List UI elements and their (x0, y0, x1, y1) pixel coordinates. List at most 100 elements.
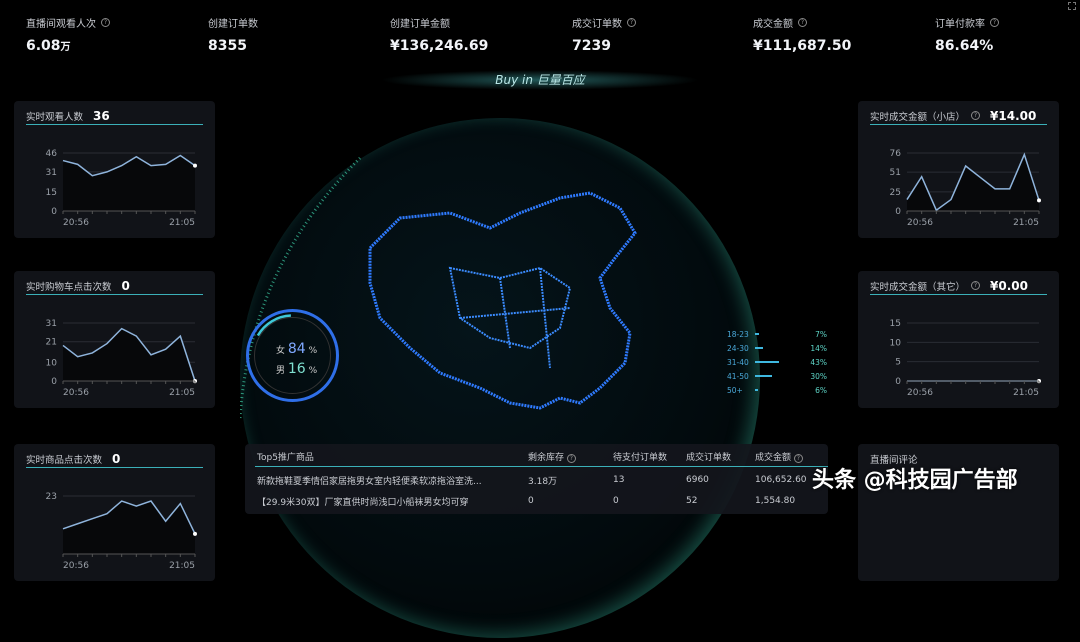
x-tick-label: 20:56 (63, 561, 89, 571)
realtime-chart-card: 实时观看人数 36 0 15 31 46 20:56 21:05 (14, 101, 215, 238)
age-range: 18-23 (727, 329, 749, 339)
kpi-label: 成交金额 (753, 19, 793, 30)
help-icon[interactable]: ? (793, 454, 803, 463)
table-row[interactable]: 新款拖鞋夏季情侣家居拖男女室内轻便柔软凉拖浴室洗... 3.18万 13 6960 10… (245, 470, 828, 490)
column-header: 成交金额 ? (755, 450, 803, 463)
kpi-1: 创建订单数 8355 (208, 15, 258, 54)
top5-products-table: Top5推广商品 剩余库存 ? 待支付订单数 成交订单数 成交金额 ? 新款拖鞋夏季情侣家… (245, 444, 828, 514)
data-point (1037, 198, 1041, 203)
age-row: 24-30 14% (727, 341, 827, 355)
realtime-chart-card: 实时成交金额（小店）? ¥14.00 0 25 51 76 20:56 21:05 (858, 101, 1059, 238)
data-point (193, 531, 197, 536)
area (63, 155, 195, 211)
y-tick-label: 23 (46, 492, 57, 502)
kpi-unit: 万 (60, 42, 71, 53)
kpi-5: 订单付款率? 86.64% (935, 15, 999, 54)
column-header: 剩余库存 ? (528, 450, 576, 463)
kpi-value: 6.08 (26, 38, 61, 54)
y-tick-label: 31 (46, 319, 57, 329)
realtime-chart-card: 实时购物车点击次数 0 0 10 21 31 20:56 21:05 (14, 271, 215, 408)
kpi-value: 7239 (572, 38, 611, 54)
age-distribution: 18-23 7% 24-30 14% 31-40 43% 41-50 30% 50+ 6% (727, 327, 827, 397)
help-icon[interactable]: ? (627, 18, 636, 27)
kpi-label: 直播间观看人次 (26, 19, 96, 30)
kpi-value: ¥136,246.69 (390, 38, 489, 54)
x-tick-label: 21:05 (1013, 388, 1039, 398)
kpi-label: 成交订单数 (572, 19, 622, 30)
y-tick-label: 5 (895, 358, 901, 368)
age-range: 31-40 (727, 357, 749, 367)
table-cell: 6960 (686, 475, 709, 485)
help-icon[interactable]: ? (990, 18, 999, 27)
age-pct: 14% (810, 343, 827, 353)
age-bar (755, 361, 779, 363)
help-icon[interactable]: ? (566, 454, 576, 463)
y-tick-label: 0 (51, 207, 57, 217)
data-point (193, 163, 197, 168)
x-tick-label: 20:56 (907, 388, 933, 398)
age-bar (755, 347, 763, 349)
female-label: 女 (276, 346, 286, 356)
y-tick-label: 0 (895, 207, 901, 217)
age-row: 41-50 30% (727, 369, 827, 383)
y-tick-label: 76 (890, 149, 902, 159)
age-pct: 30% (810, 371, 827, 381)
y-tick-label: 10 (46, 358, 58, 368)
x-tick-label: 21:05 (169, 388, 195, 398)
y-tick-label: 15 (890, 319, 901, 329)
y-tick-label: 0 (51, 377, 57, 387)
age-range: 41-50 (727, 371, 749, 381)
table-cell: 0 (528, 496, 534, 506)
realtime-chart-card: 实时商品点击次数 0 23 20:56 21:05 (14, 444, 215, 581)
age-pct: 7% (815, 329, 827, 339)
table-cell: 新款拖鞋夏季情侣家居拖男女室内轻便柔软凉拖浴室洗... (257, 476, 482, 487)
kpi-2: 创建订单金额 ¥136,246.69 (390, 15, 488, 54)
brand-banner: Buy in 巨量百应 (380, 70, 700, 90)
age-bar (755, 375, 772, 377)
table-cell: 52 (686, 496, 698, 506)
table-cell: 13 (613, 475, 625, 485)
male-label: 男 (276, 366, 286, 376)
y-tick-label: 0 (895, 377, 901, 387)
kpi-label: 订单付款率 (935, 19, 985, 30)
kpi-0: 直播间观看人次? 6.08万 (26, 15, 110, 54)
unit: % (308, 366, 318, 376)
y-tick-label: 10 (890, 338, 902, 348)
table-header: Top5推广商品 剩余库存 ? 待支付订单数 成交订单数 成交金额 ? (255, 447, 828, 467)
area (907, 154, 1039, 211)
column-header: 成交订单数 (686, 453, 732, 463)
female-pct: 84 (287, 341, 306, 357)
age-bar (755, 333, 759, 335)
age-bar (755, 389, 759, 391)
fullscreen-icon[interactable] (1068, 2, 1076, 10)
y-tick-label: 31 (46, 168, 57, 178)
age-pct: 43% (810, 357, 827, 367)
help-icon[interactable]: ? (101, 18, 110, 27)
table-row[interactable]: 【29.9米30双】厂家直供时尚浅口小船袜男女均可穿 0 0 52 1,554.80 (245, 491, 828, 511)
x-tick-label: 20:56 (63, 388, 89, 398)
column-header: 待支付订单数 (613, 453, 668, 463)
age-pct: 6% (815, 385, 827, 395)
x-tick-label: 20:56 (907, 218, 933, 228)
age-range: 50+ (727, 385, 743, 395)
help-icon[interactable]: ? (798, 18, 807, 27)
x-tick-label: 21:05 (169, 218, 195, 228)
y-tick-label: 15 (46, 188, 57, 198)
age-range: 24-30 (727, 343, 749, 353)
watermark: 头条 @科技园广告部 (812, 468, 1018, 493)
kpi-value: 86.64% (935, 38, 994, 54)
table-cell: 【29.9米30双】厂家直供时尚浅口小船袜男女均可穿 (257, 497, 469, 508)
male-pct: 16 (287, 361, 306, 377)
kpi-4: 成交金额? ¥111,687.50 (753, 15, 851, 54)
kpi-label: 创建订单数 (208, 19, 258, 30)
age-row: 31-40 43% (727, 355, 827, 369)
y-tick-label: 46 (46, 149, 58, 159)
y-tick-label: 51 (890, 168, 901, 178)
kpi-label: 创建订单金额 (390, 19, 450, 30)
kpi-value: ¥111,687.50 (753, 38, 852, 54)
x-tick-label: 21:05 (1013, 218, 1039, 228)
x-tick-label: 20:56 (63, 218, 89, 228)
y-tick-label: 25 (890, 188, 901, 198)
table-cell: 106,652.60 (755, 475, 807, 485)
gender-ratio: 女 84 % 男 16 % (276, 340, 317, 380)
